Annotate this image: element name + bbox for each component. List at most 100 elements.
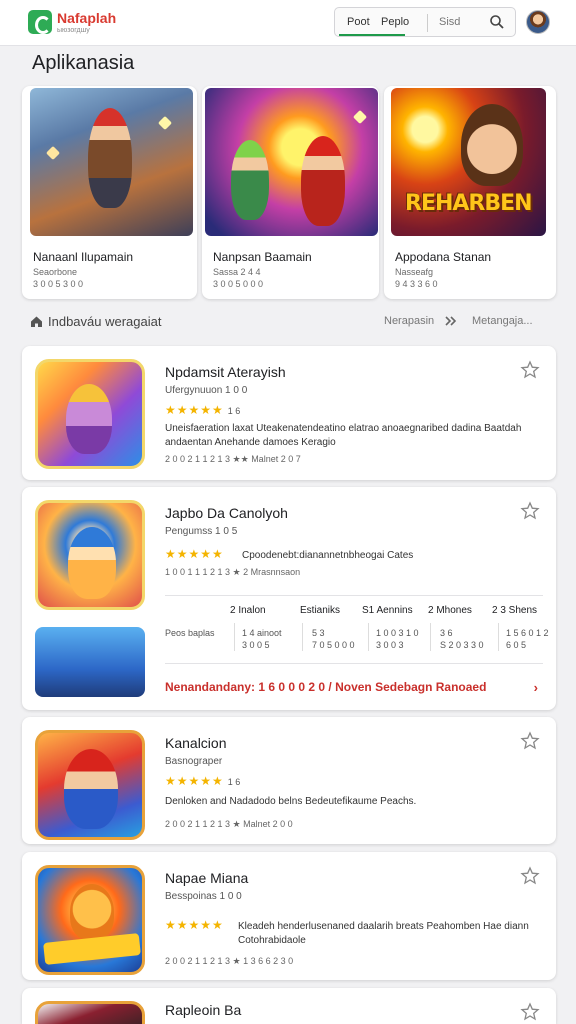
rating-count: 1 6	[227, 777, 241, 787]
app-card[interactable]: Npdamsit Aterayish Ufergynuuon 1 0 0 ★★★…	[22, 346, 556, 480]
rating-count: 1 6	[227, 406, 241, 416]
featured-subtitle: Sassa 2 4 4	[213, 267, 261, 277]
active-tab-indicator	[339, 34, 405, 36]
stat-cell: 3 6 S 2 0 3 3 0	[440, 628, 484, 650]
app-footer: 1 0 0 1 1 1 2 1 3 ★ 2 Mrasnnsaon	[165, 567, 301, 577]
featured-meta: 3 0 0 5 3 0 0	[33, 279, 84, 289]
avatar[interactable]	[526, 10, 550, 34]
rating-stars: ★★★★★	[165, 918, 224, 932]
section-label: Indbaváu weragaiat	[48, 314, 162, 329]
search-tab-2[interactable]: Peplo	[381, 16, 409, 28]
app-icon	[35, 359, 145, 469]
featured-artwork	[205, 88, 378, 236]
featured-meta: 9 4 3 3 6 0	[395, 279, 438, 289]
search-divider	[427, 14, 428, 32]
favorite-star-icon[interactable]	[520, 501, 540, 521]
promo-link[interactable]: Nenandandany: 1 6 0 0 0 2 0 / Noven Sede…	[165, 680, 486, 694]
featured-artwork	[30, 88, 193, 236]
featured-subtitle: Nasseafg	[395, 267, 434, 277]
spark-decoration	[352, 109, 368, 125]
app-icon	[35, 1001, 145, 1024]
stat-header: 2 3 Shens	[492, 605, 538, 616]
stat-cell: 1 4 ainoot 3 0 0 5	[242, 628, 282, 650]
banner-text: REHARBEN	[405, 191, 533, 216]
featured-title: Nanpsan Baamain	[213, 250, 312, 264]
promo-divider	[165, 663, 543, 664]
featured-card[interactable]: Nanaanl Ilupamain Seaorbone 3 0 0 5 3 0 …	[22, 86, 197, 299]
app-meta: Besspoinas 1 0 0	[165, 891, 242, 902]
app-name[interactable]: Rapleoin Ba	[165, 1002, 241, 1018]
home-icon	[31, 316, 42, 327]
favorite-star-icon[interactable]	[520, 360, 540, 380]
brand-name: Nafaplah	[57, 10, 117, 26]
search-input[interactable]	[439, 15, 479, 29]
rating-stars: ★★★★★ 1 6	[165, 403, 241, 417]
featured-artwork: REHARBEN	[391, 88, 546, 236]
screenshot-thumbnail[interactable]	[35, 627, 145, 697]
featured-title: Nanaanl Ilupamain	[33, 250, 134, 264]
app-card[interactable]: Rapleoin Ba	[22, 988, 556, 1024]
favorite-star-icon[interactable]	[520, 866, 540, 886]
stat-separator	[368, 623, 369, 651]
search-bar[interactable]: Poot Peplo	[334, 7, 516, 37]
app-footer: 2 0 0 2 1 1 2 1 3 ★ Malnet 2 0 0	[165, 819, 293, 829]
featured-title: Appodana Stanan	[395, 250, 492, 264]
app-meta: Pengumss 1 0 5	[165, 526, 238, 537]
featured-subtitle: Seaorbone	[33, 267, 78, 277]
stat-cell: 1 5 6 0 1 2 6 0 5	[506, 628, 549, 650]
logo-plate	[43, 933, 141, 965]
stat-header: 2 Mhones	[428, 605, 472, 616]
chevron-right-icon[interactable]: ›	[534, 680, 538, 695]
hero-figure	[231, 140, 269, 220]
app-description: Denloken and Nadadodo belns Bedeutefikau…	[165, 796, 417, 807]
stat-separator	[302, 623, 303, 651]
favorite-star-icon[interactable]	[520, 731, 540, 751]
app-card[interactable]: Napae Miana Besspoinas 1 0 0 ★★★★★ Klead…	[22, 852, 556, 980]
app-footer: 2 0 0 2 1 1 2 1 3 ★ 1 3 6 6 2 3 0	[165, 956, 294, 966]
stat-separator	[430, 623, 431, 651]
expand-icon[interactable]	[444, 315, 458, 327]
app-logo[interactable]	[28, 10, 52, 34]
stat-header: 2 Inalon	[230, 605, 266, 616]
stat-row-label: Peos baplas	[165, 628, 215, 638]
stat-header: S1 Aennins	[362, 605, 413, 616]
app-card[interactable]: Kanalcion Basnograper ★★★★★ 1 6 Denloken …	[22, 717, 556, 844]
search-tab-1[interactable]: Poot	[347, 16, 370, 28]
hero-figure	[70, 884, 114, 940]
brand-tagline: ыюзогдшу	[57, 27, 90, 34]
hero-figure	[66, 384, 112, 454]
app-name[interactable]: Napae Miana	[165, 870, 248, 886]
page-title: Aplikanasia	[32, 52, 135, 74]
app-card-expanded[interactable]: Japbo Da Canolyoh Pengumss 1 0 5 ★★★★★ C…	[22, 487, 556, 710]
app-meta: Basnograper	[165, 756, 223, 767]
stat-separator	[234, 623, 235, 651]
app-name[interactable]: Japbo Da Canolyoh	[165, 505, 288, 521]
top-bar: Nafaplah ыюзогдшу Poot Peplo	[0, 0, 576, 46]
hero-figure	[64, 749, 118, 829]
search-icon[interactable]	[489, 14, 505, 30]
app-description: Kleadeh henderlusenaned daalarih breats …	[238, 921, 529, 946]
stats-divider	[165, 595, 543, 596]
stat-separator	[498, 623, 499, 651]
app-icon	[35, 865, 145, 975]
app-icon	[35, 730, 145, 840]
app-description: Cpoodenebt:dianannetnbheogai Cates	[242, 550, 414, 561]
app-name[interactable]: Kanalcion	[165, 735, 227, 751]
rating-stars: ★★★★★ 1 6	[165, 774, 241, 788]
stat-header: Estianiks	[300, 605, 341, 616]
app-icon	[35, 500, 145, 610]
featured-meta: 3 0 0 5 0 0 0	[213, 279, 264, 289]
see-more-link[interactable]: Metangaja...	[472, 315, 533, 327]
favorite-star-icon[interactable]	[520, 1002, 540, 1022]
section-link[interactable]: Nerapasin	[384, 315, 434, 327]
spark-decoration	[157, 115, 173, 131]
app-name[interactable]: Npdamsit Aterayish	[165, 364, 286, 380]
stat-cell: 5 3 7 0 5 0 0 0	[312, 628, 355, 650]
app-description: Uneisfaeration laxat Uteakenatendeatino …	[165, 423, 522, 448]
rating-stars: ★★★★★	[165, 547, 224, 561]
stat-cell: 1 0 0 3 1 0 3 0 0 3	[376, 628, 419, 650]
section-header: Indbaváu weragaiat Nerapasin Metangaja..…	[30, 312, 550, 332]
featured-card[interactable]: Nanpsan Baamain Sassa 2 4 4 3 0 0 5 0 0 …	[202, 86, 379, 299]
featured-card[interactable]: REHARBEN Appodana Stanan Nasseafg 9 4 3 …	[384, 86, 556, 299]
hero-figure	[68, 527, 116, 599]
